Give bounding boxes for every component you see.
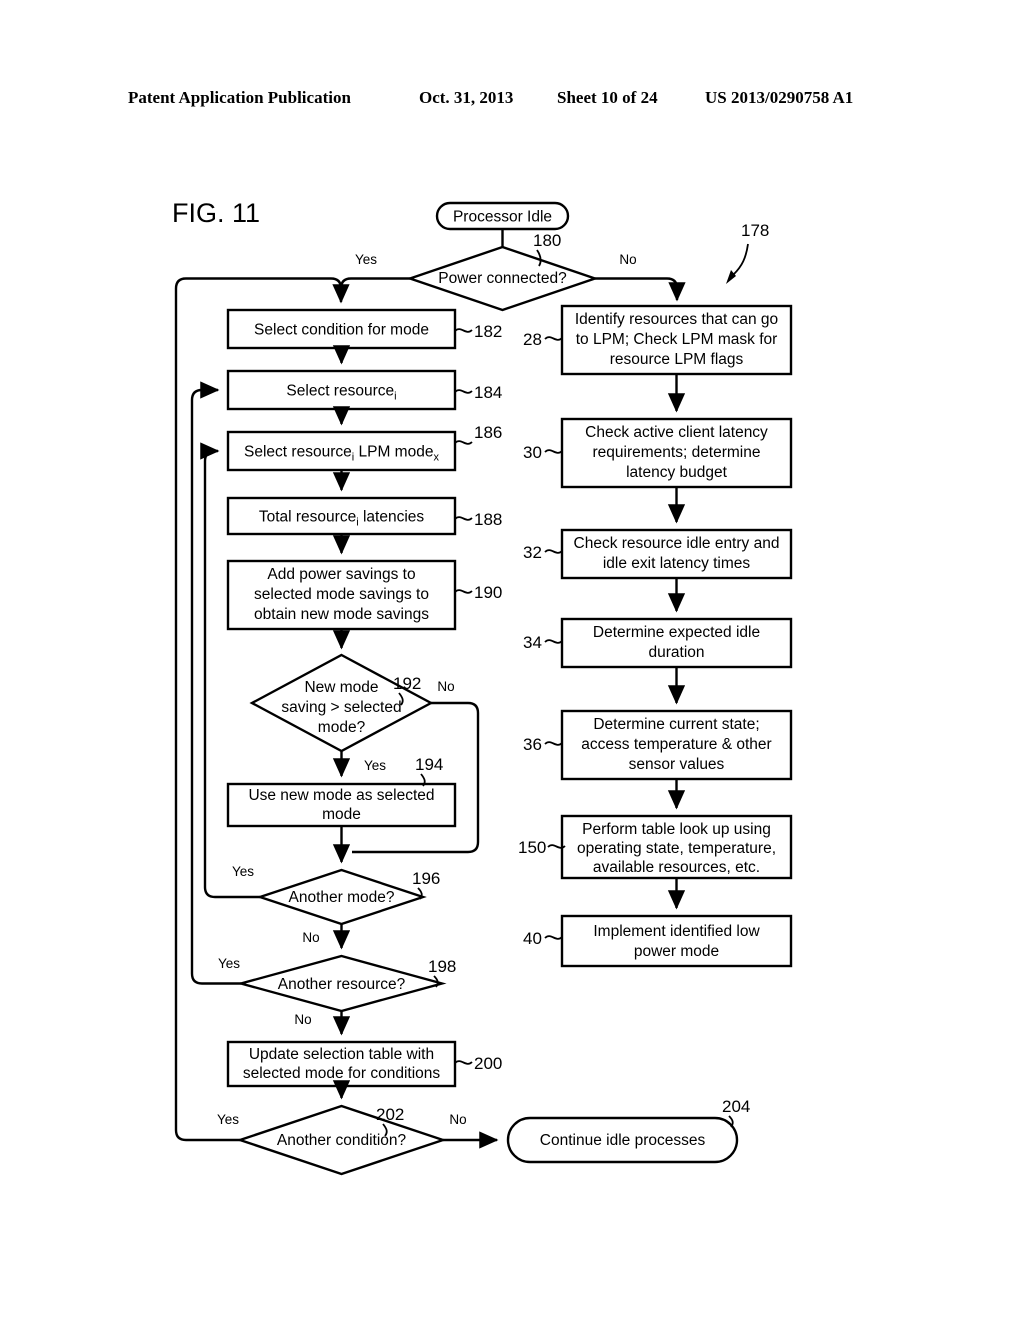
ref-190-leader <box>454 589 473 594</box>
node-identify-resources-line-2: to LPM; Check LPM mask for <box>576 331 778 348</box>
node-select-condition-label: Select condition for mode <box>254 322 429 339</box>
node-select-lpm-mode-text-b: LPM mode <box>354 444 433 461</box>
node-table-lookup-line-1: Perform table look up using <box>582 821 771 838</box>
ref-190: 190 <box>474 583 502 602</box>
node-another-resource-label: Another resource? <box>278 976 406 993</box>
node-determine-current-state-line-2: access temperature & other <box>581 736 771 753</box>
edge-label-192-yes: Yes <box>364 758 386 773</box>
ref-182-leader <box>454 328 473 333</box>
ref-40-leader <box>544 935 563 940</box>
ref-186-leader <box>454 440 473 445</box>
node-select-lpm-mode-sub-b: x <box>433 452 439 464</box>
node-another-condition-label: Another condition? <box>277 1132 407 1149</box>
ref-192: 192 <box>393 674 421 693</box>
edge-label-power-yes: Yes <box>355 252 377 267</box>
node-expected-idle-duration-line-2: duration <box>648 644 704 661</box>
ref-34: 34 <box>523 633 542 652</box>
node-new-mode-saving-line-3: mode? <box>318 719 366 736</box>
edge-power-no <box>595 277 686 302</box>
ref-202: 202 <box>376 1105 404 1124</box>
node-expected-idle-duration-line-1: Determine expected idle <box>593 624 760 641</box>
ref-184-leader <box>454 389 473 394</box>
flowchart-figure-11: FIG. 11 178 Processor Idle Power connect… <box>172 198 793 1176</box>
node-add-power-savings-line-3: obtain new mode savings <box>254 606 429 623</box>
edge-label-198-no: No <box>294 1012 311 1027</box>
node-update-selection-table-line-2: selected mode for conditions <box>243 1065 441 1082</box>
ref-188-leader <box>454 516 473 521</box>
node-new-mode-saving-line-2: saving > selected <box>281 699 401 716</box>
ref-178-arrowhead <box>726 270 736 284</box>
ref-204: 204 <box>722 1097 750 1116</box>
edge-label-196-no: No <box>302 930 319 945</box>
ref-182: 182 <box>474 322 502 341</box>
ref-36: 36 <box>523 735 542 754</box>
node-add-power-savings-line-2: selected mode savings to <box>254 586 429 603</box>
node-check-idle-entry-line-2: idle exit latency times <box>603 555 751 572</box>
ref-150: 150 <box>518 838 546 857</box>
figure-label: FIG. 11 <box>172 198 260 228</box>
node-check-latency-line-3: latency budget <box>626 464 728 481</box>
node-identify-resources-line-3: resource LPM flags <box>610 351 744 368</box>
node-another-mode-label: Another mode? <box>289 889 395 906</box>
node-select-resource-subscript: i <box>394 391 396 403</box>
patent-figure-page: Patent Application Publication Oct. 31, … <box>0 0 1024 1320</box>
ref-36-leader <box>544 741 563 746</box>
ref-40: 40 <box>523 929 542 948</box>
node-select-resource-text: Select resource <box>286 383 394 400</box>
edge-198-yes-loop <box>190 381 241 985</box>
ref-186: 186 <box>474 423 502 442</box>
ref-200-leader <box>454 1060 473 1065</box>
ref-32-leader <box>544 549 563 554</box>
ref-198: 198 <box>428 957 456 976</box>
ref-194: 194 <box>415 755 443 774</box>
edge-label-192-no: No <box>437 679 454 694</box>
edge-label-202-no: No <box>449 1112 466 1127</box>
node-check-idle-entry-line-1: Check resource idle entry and <box>574 535 780 552</box>
node-update-selection-table-line-1: Update selection table with <box>249 1046 434 1063</box>
ref-30-leader <box>544 449 563 454</box>
node-select-lpm-mode-text-a: Select resource <box>244 444 352 461</box>
node-identify-resources-line-1: Identify resources that can go <box>575 311 778 328</box>
ref-196: 196 <box>412 869 440 888</box>
node-table-lookup-line-3: available resources, etc. <box>593 859 760 876</box>
node-use-new-mode-line-2: mode <box>322 806 361 823</box>
ref-178: 178 <box>741 221 769 240</box>
edge-label-198-yes: Yes <box>218 956 240 971</box>
ref-188: 188 <box>474 510 502 529</box>
node-implement-lpm-line-1: Implement identified low <box>593 923 760 940</box>
node-table-lookup-line-2: operating state, temperature, <box>577 840 776 857</box>
node-total-latencies-text-a: Total resource <box>259 509 356 526</box>
ref-28: 28 <box>523 330 542 349</box>
ref-32: 32 <box>523 543 542 562</box>
node-processor-idle-label: Processor Idle <box>453 209 552 226</box>
edge-power-yes <box>332 277 410 304</box>
ref-180: 180 <box>533 231 561 250</box>
node-check-latency-line-2: requirements; determine <box>593 444 761 461</box>
node-implement-lpm-line-2: power mode <box>634 943 719 960</box>
node-check-latency-line-1: Check active client latency <box>585 424 768 441</box>
edge-label-196-yes: Yes <box>232 864 254 879</box>
node-use-new-mode-line-1: Use new mode as selected <box>248 787 434 804</box>
ref-30: 30 <box>523 443 542 462</box>
edge-label-power-no: No <box>619 252 636 267</box>
ref-178-leader <box>733 243 749 275</box>
ref-184: 184 <box>474 383 502 402</box>
node-new-mode-saving-line-1: New mode <box>304 679 378 696</box>
node-add-power-savings-line-1: Add power savings to <box>267 566 415 583</box>
ref-28-leader <box>544 336 563 341</box>
ref-34-leader <box>544 639 563 644</box>
node-determine-current-state-line-1: Determine current state; <box>593 716 759 733</box>
ref-200: 200 <box>474 1054 502 1073</box>
edge-label-202-yes: Yes <box>217 1112 239 1127</box>
node-continue-idle-label: Continue idle processes <box>540 1132 706 1149</box>
node-power-connected-label: Power connected? <box>438 270 567 287</box>
node-determine-current-state-line-3: sensor values <box>629 756 725 773</box>
node-total-latencies-text-b: latencies <box>359 509 425 526</box>
